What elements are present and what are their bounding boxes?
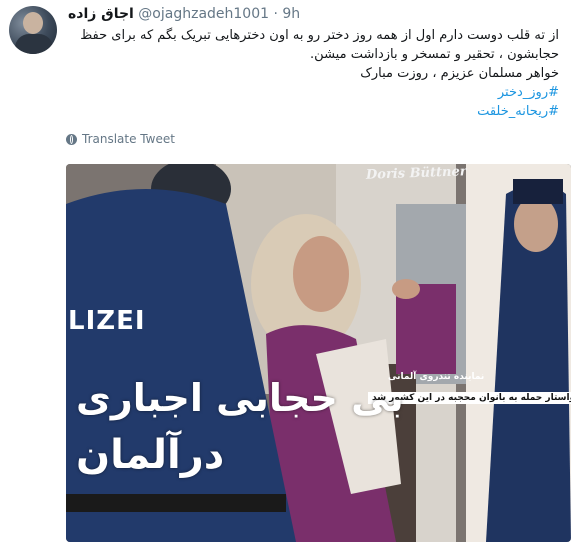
- tweet-text-line: خواهر مسلمان عزیزم ، روزت مبارک: [360, 66, 559, 81]
- avatar-body: [15, 34, 53, 54]
- image-headline-line2: درآلمان: [76, 432, 225, 478]
- tweet-text-line: از ته قلب دوست دارم اول از همه روز دختر …: [80, 28, 559, 43]
- avatar-head: [23, 12, 43, 34]
- translate-label: Translate Tweet: [82, 132, 175, 146]
- avatar[interactable]: [9, 6, 57, 54]
- police-vest-text: LIZEI: [68, 306, 146, 336]
- tweet-text-line: حجابشون ، تحقیر و تمسخر و بازداشت میشن.: [310, 47, 559, 62]
- tweet-time[interactable]: 9h: [282, 6, 300, 22]
- translate-tweet-button[interactable]: Translate Tweet: [66, 132, 175, 146]
- hashtag-link[interactable]: #ریحانه_خلقت: [66, 102, 559, 121]
- tweet-header: اجاق زاده @ojaghzadeh1001 · 9h: [68, 6, 300, 22]
- hashtag-link[interactable]: #روز_دختر: [66, 83, 559, 102]
- tweet-text: از ته قلب دوست دارم اول از همه روز دختر …: [66, 26, 559, 121]
- image-headline-line1: بی حجابی اجباری: [76, 376, 404, 420]
- photo-scene: [66, 164, 571, 542]
- separator-dot: ·: [273, 6, 278, 22]
- tweet-image[interactable]: Doris Büttner LIZEI نماینده تندروی آلمان…: [66, 164, 571, 542]
- user-handle[interactable]: @ojaghzadeh1001: [138, 6, 269, 22]
- display-name[interactable]: اجاق زاده: [68, 6, 134, 22]
- globe-icon: [66, 133, 77, 145]
